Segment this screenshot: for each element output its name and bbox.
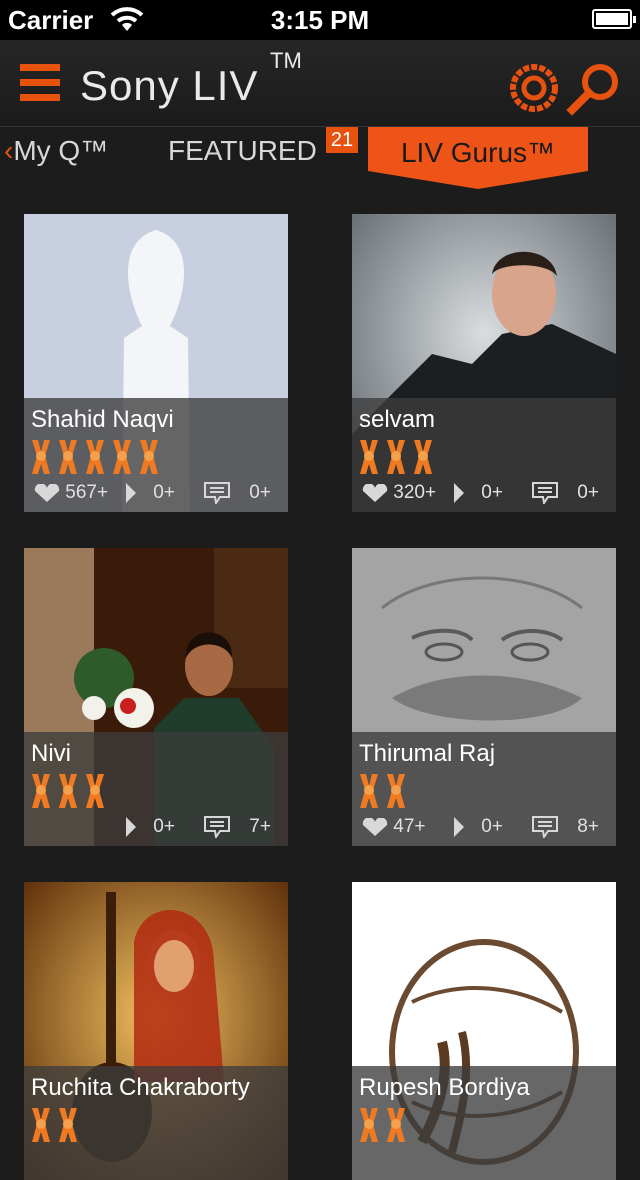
- comments-stat: 7+: [204, 816, 271, 840]
- medal-ribbon-icon: [385, 774, 407, 808]
- medal-ribbon-icon: [138, 440, 160, 474]
- plays-stat: 0+: [452, 482, 503, 504]
- medal-ribbon-icon: [412, 440, 434, 474]
- tab-featured[interactable]: FEATURED: [168, 135, 317, 167]
- plays-count: 0+: [153, 816, 175, 837]
- medal-row: [30, 1108, 84, 1144]
- comments-count: 7+: [249, 816, 271, 837]
- comments-stat: 0+: [204, 482, 271, 506]
- guru-card[interactable]: Thirumal Raj 47+ 0+ 8+: [352, 548, 616, 846]
- comments-count: 8+: [577, 816, 599, 837]
- comments-count: 0+: [577, 482, 599, 503]
- medal-ribbon-icon: [57, 1108, 79, 1142]
- medal-ribbon-icon: [358, 440, 380, 474]
- guru-card[interactable]: Shahid Naqvi 567+ 0+ 0+: [24, 214, 288, 512]
- medal-ribbon-icon: [358, 1108, 380, 1142]
- medal-ribbon-icon: [30, 1108, 52, 1142]
- heart-icon: [362, 817, 388, 836]
- search-icon[interactable]: [566, 60, 622, 116]
- likes-count: 47+: [393, 816, 426, 837]
- medal-ribbon-icon: [84, 774, 106, 808]
- app-title-trademark: TM: [270, 48, 302, 73]
- guru-card[interactable]: Ruchita Chakraborty: [24, 882, 288, 1180]
- play-icon: [454, 817, 464, 837]
- plays-stat: 0+: [124, 482, 175, 504]
- app-header: Sony LIV TM: [0, 40, 640, 126]
- play-icon: [126, 817, 136, 837]
- tab-bar: ‹My Q™ FEATURED 21 LIV Gurus™: [0, 126, 640, 191]
- guru-name: Shahid Naqvi: [31, 406, 174, 433]
- comments-stat: 8+: [532, 816, 599, 840]
- medal-ribbon-icon: [111, 440, 133, 474]
- heart-icon: [362, 483, 388, 502]
- medal-ribbon-icon: [358, 774, 380, 808]
- medal-ribbon-icon: [57, 440, 79, 474]
- medal-row: [30, 774, 111, 810]
- comment-icon: [204, 816, 230, 840]
- guru-name: Rupesh Bordiya: [359, 1074, 530, 1101]
- comment-icon: [204, 482, 230, 506]
- likes-stat: 567+: [34, 482, 108, 504]
- battery-icon: [592, 9, 636, 29]
- plays-count: 0+: [153, 482, 175, 503]
- settings-icon[interactable]: [508, 62, 560, 114]
- tab-liv-gurus-label: LIV Gurus™: [400, 137, 556, 168]
- hamburger-menu-icon[interactable]: [20, 64, 60, 104]
- guru-name: Thirumal Raj: [359, 740, 496, 767]
- likes-stat: 47+: [362, 816, 426, 838]
- medal-ribbon-icon: [30, 440, 52, 474]
- comment-icon: [532, 482, 558, 506]
- guru-name: selvam: [359, 406, 436, 433]
- likes-count: 320+: [393, 482, 437, 503]
- chevron-left-icon: ‹: [4, 135, 14, 166]
- plays-count: 0+: [481, 816, 503, 837]
- medal-ribbon-icon: [30, 774, 52, 808]
- app-title: Sony LIV: [80, 62, 259, 109]
- guru-card[interactable]: Nivi 0+ 7+: [24, 548, 288, 846]
- plays-count: 0+: [481, 482, 503, 503]
- guru-card[interactable]: Rupesh Bordiya: [352, 882, 616, 1180]
- medal-row: [358, 440, 439, 476]
- status-time: 3:15 PM: [270, 5, 370, 35]
- tab-my-q[interactable]: ‹My Q™: [4, 135, 108, 167]
- comments-stat: 0+: [532, 482, 599, 506]
- heart-icon: [34, 483, 60, 502]
- play-icon: [454, 483, 464, 503]
- tab-my-q-label: My Q™: [13, 135, 109, 166]
- medal-ribbon-icon: [57, 774, 79, 808]
- comment-icon: [532, 816, 558, 840]
- tab-liv-gurus[interactable]: LIV Gurus™: [368, 127, 588, 191]
- tab-featured-label: FEATURED: [168, 135, 317, 166]
- plays-stat: 0+: [452, 816, 503, 838]
- comments-count: 0+: [249, 482, 271, 503]
- plays-stat: 0+: [124, 816, 175, 838]
- medal-row: [358, 1108, 412, 1144]
- likes-count: 567+: [65, 482, 109, 503]
- play-icon: [126, 483, 136, 503]
- guru-card[interactable]: selvam 320+ 0+ 0+: [352, 214, 616, 512]
- medal-ribbon-icon: [385, 440, 407, 474]
- medal-row: [358, 774, 412, 810]
- status-bar: Carrier 3:15 PM: [0, 0, 640, 40]
- likes-stat: 320+: [362, 482, 436, 504]
- medal-ribbon-icon: [84, 440, 106, 474]
- guru-name: Nivi: [31, 740, 71, 767]
- medal-ribbon-icon: [385, 1108, 407, 1142]
- guru-name: Ruchita Chakraborty: [31, 1074, 250, 1101]
- featured-count-badge: 21: [326, 127, 358, 153]
- medal-row: [30, 440, 165, 476]
